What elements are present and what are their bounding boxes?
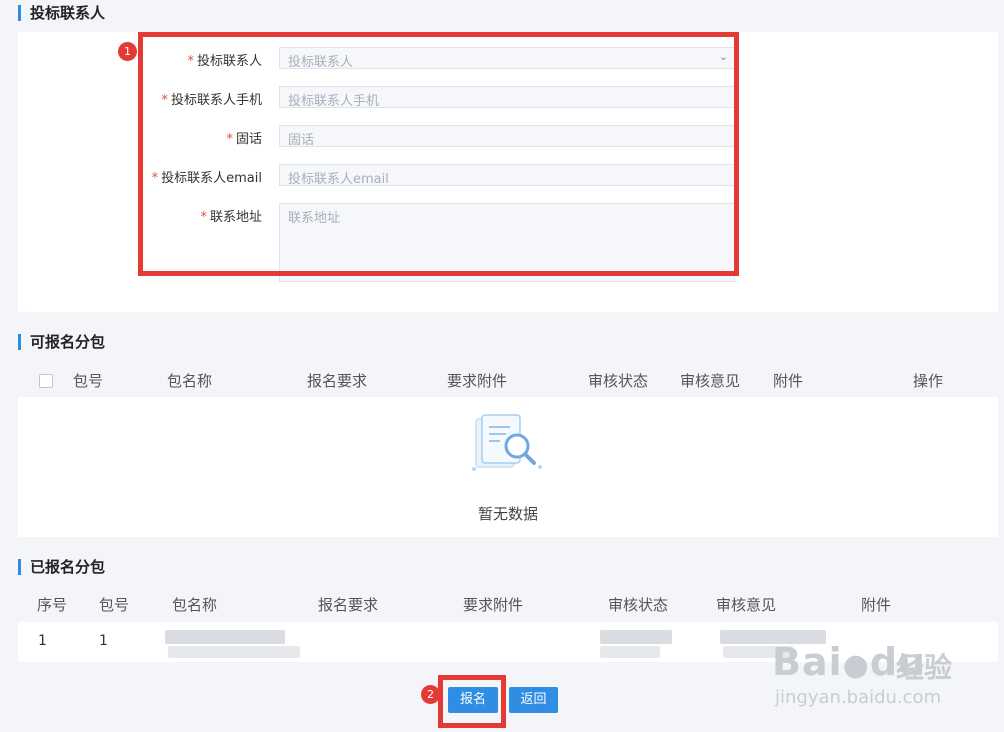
column-header: 审核意见 [716, 596, 777, 614]
column-header: 要求附件 [463, 596, 524, 614]
select-all-checkbox[interactable] [39, 374, 53, 388]
annotation-marker-1: 1 [118, 42, 137, 61]
column-header: 附件 [861, 596, 892, 614]
column-header: 审核状态 [588, 372, 649, 390]
watermark-url: jingyan.baidu.com [775, 687, 942, 708]
row-package-no: 1 [99, 633, 108, 649]
redacted-package-name [168, 646, 300, 658]
available-section-title: 可报名分包 [18, 334, 105, 350]
column-header: 审核状态 [608, 596, 669, 614]
column-header: 报名要求 [307, 372, 368, 390]
document-search-icon [472, 414, 542, 471]
column-header: 审核意见 [680, 372, 741, 390]
available-empty-panel: 暂无数据 [18, 397, 998, 537]
watermark-cn: 经验 [896, 651, 953, 684]
column-header: 报名要求 [318, 596, 379, 614]
row-index: 1 [38, 633, 47, 649]
column-header: 包号 [73, 372, 104, 390]
column-header: 包名称 [167, 372, 213, 390]
annotation-marker-2: 2 [421, 685, 440, 704]
highlight-box-form [138, 32, 739, 276]
registered-section-title: 已报名分包 [18, 559, 105, 575]
empty-state-text: 暂无数据 [477, 505, 538, 523]
column-header: 包名称 [172, 596, 218, 614]
column-header: 序号 [37, 596, 68, 614]
redacted-review-status [600, 630, 672, 644]
column-header: 要求附件 [447, 372, 508, 390]
column-header: 包号 [99, 596, 130, 614]
column-header: 附件 [773, 372, 804, 390]
redacted-review-status [600, 646, 660, 658]
contact-section-title: 投标联系人 [18, 5, 105, 21]
back-button[interactable]: 返回 [509, 687, 558, 713]
redacted-package-name [165, 630, 285, 644]
highlight-box-register [438, 675, 506, 728]
column-header: 操作 [913, 372, 944, 390]
